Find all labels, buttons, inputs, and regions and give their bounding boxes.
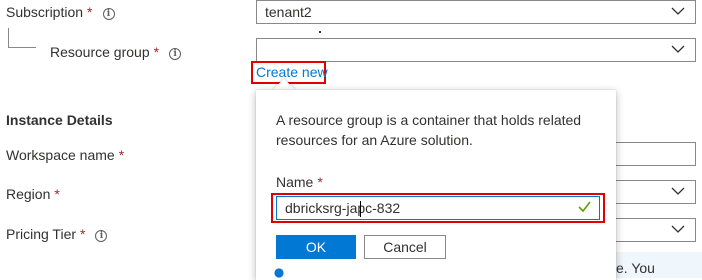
required-mark: * bbox=[317, 174, 323, 190]
region-label-text: Region bbox=[6, 186, 51, 202]
resource-group-select[interactable] bbox=[256, 38, 696, 62]
required-mark: * bbox=[118, 147, 125, 163]
workspace-name-label: Workspace name * bbox=[6, 147, 124, 163]
pricing-tier-label-text: Pricing Tier bbox=[6, 226, 77, 242]
tree-connector-horizontal bbox=[8, 47, 36, 48]
tree-connector-vertical bbox=[8, 28, 9, 48]
required-mark: * bbox=[153, 44, 160, 60]
info-circle-icon bbox=[274, 268, 284, 278]
resource-group-name-input[interactable]: dbricksrg-japc-832 bbox=[276, 196, 600, 220]
subscription-value: tenant2 bbox=[265, 4, 312, 20]
name-label-text: Name bbox=[276, 174, 314, 190]
subscription-select[interactable]: tenant2 bbox=[256, 0, 696, 24]
chevron-down-icon bbox=[671, 187, 685, 195]
text-caret bbox=[360, 201, 361, 217]
chevron-down-icon bbox=[671, 7, 685, 15]
subscription-label-text: Subscription bbox=[6, 4, 84, 20]
region-label: Region * bbox=[6, 186, 60, 202]
checkmark-icon bbox=[578, 201, 591, 212]
resource-group-name-value: dbricksrg-japc-832 bbox=[285, 200, 401, 216]
subscription-label: Subscription * i bbox=[6, 4, 115, 20]
workspace-name-label-text: Workspace name bbox=[6, 147, 115, 163]
create-resource-group-callout: A resource group is a container that hol… bbox=[256, 90, 616, 280]
cancel-button[interactable]: Cancel bbox=[364, 235, 446, 259]
cursor-dot bbox=[319, 31, 321, 33]
pricing-tier-label: Pricing Tier * i bbox=[6, 226, 108, 242]
callout-description: A resource group is a container that hol… bbox=[276, 112, 582, 148]
chevron-down-icon bbox=[671, 45, 685, 53]
create-new-link[interactable]: Create new bbox=[256, 64, 328, 80]
required-mark: * bbox=[87, 4, 93, 20]
info-icon[interactable]: i bbox=[95, 230, 108, 242]
info-icon[interactable]: i bbox=[102, 8, 115, 20]
info-banner-text: e. You bbox=[616, 260, 655, 276]
resource-group-label-text: Resource group bbox=[50, 44, 150, 60]
ok-button[interactable]: OK bbox=[276, 235, 356, 259]
info-icon[interactable]: i bbox=[169, 48, 182, 60]
required-mark: * bbox=[80, 226, 86, 242]
name-label: Name * bbox=[276, 174, 323, 190]
instance-details-title: Instance Details bbox=[6, 112, 113, 128]
resource-group-label: Resource group * i bbox=[50, 44, 182, 60]
chevron-down-icon bbox=[671, 225, 685, 233]
required-mark: * bbox=[54, 186, 60, 202]
